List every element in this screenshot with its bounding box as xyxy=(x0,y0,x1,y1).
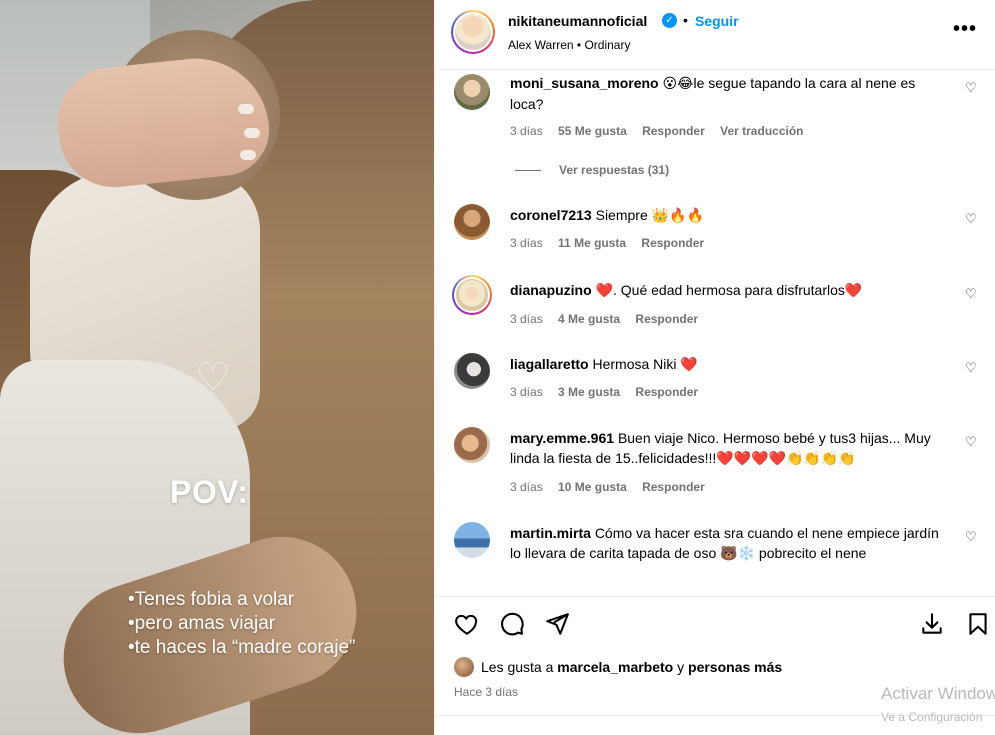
comment-time: 3 días xyxy=(510,480,543,494)
commenter-avatar[interactable] xyxy=(452,275,492,315)
comment-body: . Qué edad hermosa para disfrutarlos xyxy=(613,282,845,298)
replies-line xyxy=(515,170,541,172)
comment-likes[interactable]: 3 Me gusta xyxy=(558,385,620,399)
commenter-avatar[interactable] xyxy=(454,522,490,558)
separator: • xyxy=(683,12,688,28)
comment-time: 3 días xyxy=(510,312,543,326)
translate-button[interactable]: Ver traducción xyxy=(720,124,803,138)
comment-text: dianapuzino ❤️. Qué edad hermosa para di… xyxy=(510,280,950,301)
comment-bubble-icon[interactable] xyxy=(499,611,525,637)
reply-button[interactable]: Responder xyxy=(635,385,698,399)
comment-likes[interactable]: 4 Me gusta xyxy=(558,312,620,326)
commenter-avatar[interactable] xyxy=(454,74,490,110)
bookmark-icon[interactable] xyxy=(965,611,991,637)
pov-caption: •Tenes fobia a volar •pero amas viajar •… xyxy=(128,588,355,660)
comment-like-icon[interactable]: ♡ xyxy=(965,287,977,302)
comment-meta: 3 días 3 Me gusta Responder xyxy=(510,385,710,399)
pov-line: •pero amas viajar xyxy=(128,613,276,634)
comment-time: 3 días xyxy=(510,236,543,250)
comment-like-icon[interactable]: ♡ xyxy=(965,530,977,545)
liker-username[interactable]: marcela_marbeto xyxy=(557,659,673,675)
author-avatar[interactable] xyxy=(451,10,495,54)
windows-activation-subtext: Ve a Configuración xyxy=(881,710,983,724)
comment-time: 3 días xyxy=(510,385,543,399)
commenter-avatar[interactable] xyxy=(454,427,490,463)
likes-text: Les gusta a marcela_marbeto y personas m… xyxy=(481,659,782,675)
comment-emoji: 🐻❄️ xyxy=(720,546,756,562)
reply-button[interactable]: Responder xyxy=(641,236,704,250)
windows-activation-watermark: Activar Windows xyxy=(881,684,995,703)
commenter-username[interactable]: coronel7213 xyxy=(510,207,592,223)
pov-title: POV: xyxy=(170,474,249,510)
comment-text: moni_susana_moreno 😮😂le segue tapando la… xyxy=(510,73,950,114)
comment-like-icon[interactable]: ♡ xyxy=(965,435,977,450)
comment-like-icon[interactable]: ♡ xyxy=(965,81,977,96)
comment-text: liagallaretto Hermosa Niki ❤️ xyxy=(510,354,950,375)
comment-text: mary.emme.961 Buen viaje Nico. Hermoso b… xyxy=(510,428,950,469)
fingernail xyxy=(240,150,256,160)
download-icon[interactable] xyxy=(919,611,945,637)
comment-emoji: ❤️ xyxy=(595,283,613,299)
comment-likes[interactable]: 11 Me gusta xyxy=(558,236,626,250)
comment-time: 3 días xyxy=(510,124,543,138)
post-timestamp[interactable]: Hace 3 días xyxy=(454,685,518,699)
comment-likes[interactable]: 10 Me gusta xyxy=(558,480,627,494)
fingernail xyxy=(238,104,254,114)
commenter-avatar[interactable] xyxy=(454,204,490,240)
commenter-username[interactable]: mary.emme.961 xyxy=(510,430,614,446)
fingernail xyxy=(244,128,260,138)
post-media[interactable]: ♡ POV: •Tenes fobia a volar •pero amas v… xyxy=(0,0,434,735)
commenter-username[interactable]: liagallaretto xyxy=(510,356,589,372)
comment-meta: 3 días 10 Me gusta Responder xyxy=(510,480,717,494)
heart-outline-icon[interactable] xyxy=(454,611,480,637)
send-paper-plane-icon[interactable] xyxy=(544,611,570,637)
comment-body: Hermosa Niki xyxy=(592,356,677,372)
comment-like-icon[interactable]: ♡ xyxy=(965,361,977,376)
comment-emoji: ❤️❤️❤️❤️👏👏👏👏 xyxy=(716,451,856,467)
post-sidebar: nikitaneumannoficial ✓ • Seguir Alex War… xyxy=(434,0,995,735)
reply-button[interactable]: Responder xyxy=(635,312,698,326)
pov-line: •Tenes fobia a volar xyxy=(128,589,295,610)
verified-badge-icon: ✓ xyxy=(662,13,677,28)
commenter-username[interactable]: moni_susana_moreno xyxy=(510,75,659,91)
post-header: nikitaneumannoficial ✓ • Seguir Alex War… xyxy=(435,0,995,70)
likes-joiner: y xyxy=(677,659,685,675)
heart-sticker-icon: ♡ xyxy=(195,355,231,401)
likes-others[interactable]: personas más xyxy=(688,659,782,675)
liker-avatar[interactable] xyxy=(454,657,474,677)
comments-list[interactable]: moni_susana_moreno 😮😂le segue tapando la… xyxy=(435,70,995,596)
comment-text: coronel7213 Siempre 👑🔥🔥 xyxy=(510,205,950,226)
comment-meta: 3 días 4 Me gusta Responder xyxy=(510,312,710,326)
comment-like-icon[interactable]: ♡ xyxy=(965,212,977,227)
view-replies-label: Ver respuestas (31) xyxy=(559,163,670,177)
more-options-icon[interactable]: ••• xyxy=(953,18,977,41)
comment-meta: 3 días 11 Me gusta Responder xyxy=(510,236,716,250)
comment-body: Siempre xyxy=(595,207,648,223)
view-replies-button[interactable]: Ver respuestas (31) xyxy=(515,163,669,177)
comment-emoji: ❤️ xyxy=(844,283,863,299)
comment-emoji: ❤️ xyxy=(680,357,698,373)
commenter-username[interactable]: dianapuzino xyxy=(510,282,592,298)
author-username[interactable]: nikitaneumannoficial xyxy=(508,13,647,29)
likes-prefix: Les gusta a xyxy=(481,659,554,675)
comment-text: martin.mirta Cómo va hacer esta sra cuan… xyxy=(510,523,950,564)
commenter-username[interactable]: martin.mirta xyxy=(510,525,591,541)
commenter-avatar[interactable] xyxy=(454,353,490,389)
comment-meta: 3 días 55 Me gusta Responder Ver traducc… xyxy=(510,124,816,138)
reply-button[interactable]: Responder xyxy=(642,480,705,494)
comment-likes[interactable]: 55 Me gusta xyxy=(558,124,627,138)
comment-emoji: 👑🔥🔥 xyxy=(651,208,704,224)
audio-track[interactable]: Alex Warren • Ordinary xyxy=(508,38,630,52)
pov-line: •te haces la “madre coraje” xyxy=(128,637,356,658)
comment-emoji: 😮😂 xyxy=(662,76,694,92)
comment-body-end: pobrecito el nene xyxy=(758,545,867,561)
reply-button[interactable]: Responder xyxy=(642,124,705,138)
follow-button[interactable]: Seguir xyxy=(695,13,739,29)
